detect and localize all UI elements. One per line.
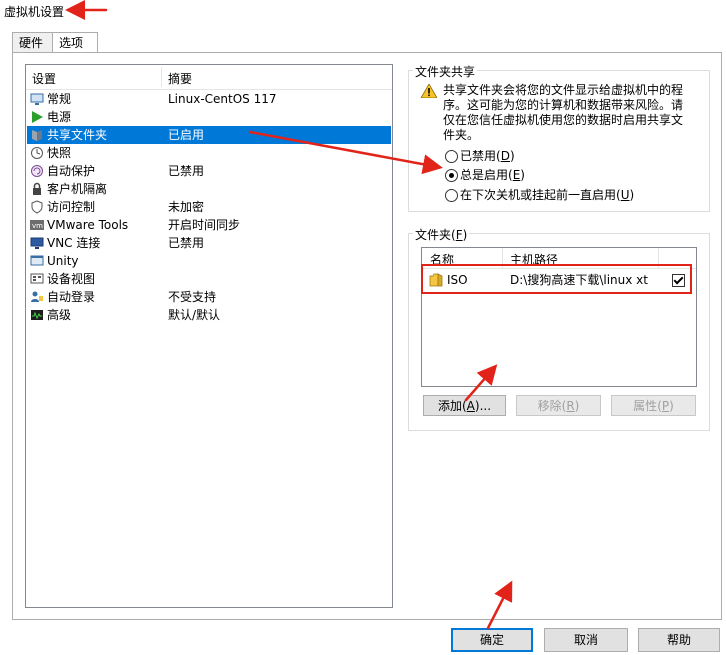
settings-item-summary: 不受支持 (168, 290, 217, 304)
unity-icon (30, 255, 44, 266)
autoprotect-icon (31, 165, 43, 177)
settings-item[interactable]: 快照 (27, 144, 391, 162)
lock-icon (33, 182, 41, 195)
shared-folder-icon (32, 130, 42, 141)
settings-item[interactable]: Unity (27, 252, 391, 270)
settings-item[interactable]: 访问控制 未加密 (27, 198, 391, 216)
settings-item-summary: 未加密 (168, 200, 205, 214)
settings-item-summary: 已启用 (168, 128, 205, 142)
settings-item-name: 访问控制 (47, 200, 96, 214)
settings-item[interactable]: 客户机隔离 (27, 180, 391, 198)
settings-item[interactable]: 自动保护 已禁用 (27, 162, 391, 180)
column-header-setting[interactable]: 设置 (32, 70, 56, 87)
settings-item-name: 共享文件夹 (47, 128, 108, 142)
settings-item[interactable]: 电源 (27, 108, 391, 126)
folder-sharing-warning: 共享文件夹会将您的文件显示给虚拟机中的程序。这可能为您的计算机和数据带来风险。请… (443, 83, 684, 142)
svg-text:vm: vm (32, 222, 43, 230)
settings-item-summary: 已禁用 (168, 236, 205, 250)
power-play-icon (32, 111, 43, 123)
radio-dot[interactable] (445, 169, 458, 182)
vm-settings-dialog: 虚拟机设置 硬件 选项 设置 摘要 常规 Linux-CentOS 117 电源 共享… (0, 0, 727, 655)
settings-item-name: 高级 (47, 308, 72, 322)
settings-item[interactable]: VNC 连接 已禁用 (27, 234, 391, 252)
column-header-summary[interactable]: 摘要 (168, 70, 192, 87)
device-view-icon (30, 273, 44, 284)
settings-item[interactable]: 设备视图 (27, 270, 391, 288)
settings-item[interactable]: 共享文件夹 已启用 (27, 126, 391, 144)
settings-item[interactable]: vm VMware Tools 开启时间同步 (27, 216, 391, 234)
vnc-icon (30, 237, 44, 249)
cancel-button[interactable]: 取消 (544, 628, 628, 652)
settings-list[interactable]: 设置 摘要 常规 Linux-CentOS 117 电源共享文件夹 已启用快照自动保护… (25, 64, 393, 608)
tab-hardware[interactable]: 硬件 (12, 32, 56, 53)
folder-properties-button[interactable]: 属性(P) (611, 395, 696, 416)
snapshot-icon (31, 147, 43, 159)
settings-item-summary: Linux-CentOS 117 (168, 92, 277, 106)
warning-icon (421, 84, 437, 98)
remove-folder-button[interactable]: 移除(R) (516, 395, 601, 416)
settings-item-name: VMware Tools (47, 218, 129, 232)
monitor-icon (30, 93, 44, 105)
column-header-host-path[interactable]: 主机路径 (510, 251, 558, 268)
settings-list-header: 设置 摘要 (26, 65, 392, 90)
shared-folder-row[interactable]: ISO D:\搜狗高速下载\linux xt (426, 271, 690, 289)
settings-item[interactable]: 高级 默认/默认 (27, 306, 391, 324)
column-header-name[interactable]: 名称 (430, 251, 454, 268)
folders-group-title: 文件夹(F) (413, 226, 470, 243)
radio-dot[interactable] (445, 189, 458, 202)
shared-folders-list[interactable]: 名称 主机路径 ISO D:\搜狗高速下载\linux xt (421, 247, 697, 387)
ok-button[interactable]: 确定 (451, 628, 533, 652)
tab-label: 选项 (59, 36, 84, 50)
settings-item-name: 电源 (47, 110, 72, 124)
settings-item-name: VNC 连接 (47, 236, 101, 250)
title-bar: 虚拟机设置 (0, 0, 727, 22)
access-control-icon (31, 200, 43, 214)
window-title: 虚拟机设置 (4, 5, 65, 19)
folders-list-header: 名称 主机路径 (422, 248, 696, 269)
settings-item-summary: 已禁用 (168, 164, 205, 178)
radio-label: 总是启用(E) (460, 168, 525, 182)
settings-item-name: 快照 (47, 146, 72, 160)
settings-item-name: 设备视图 (47, 272, 96, 286)
radio-dot[interactable] (445, 150, 458, 163)
settings-item-summary: 默认/默认 (168, 308, 221, 322)
help-button[interactable]: 帮助 (638, 628, 720, 652)
settings-item-name: 常规 (47, 92, 72, 106)
vmware-tools-icon: vm (30, 220, 44, 230)
folder-name: ISO (447, 273, 468, 287)
folder-sharing-group-title: 文件夹共享 (413, 63, 478, 80)
settings-item[interactable]: 自动登录 不受支持 (27, 288, 391, 306)
folder-host-path: D:\搜狗高速下载\linux xt (510, 273, 648, 287)
folder-icon (429, 273, 443, 287)
radio-label: 已禁用(D) (460, 149, 515, 163)
folder-enabled-checkbox[interactable] (672, 274, 685, 287)
radio-label: 在下次关机或挂起前一直启用(U) (460, 188, 635, 202)
settings-item-name: Unity (47, 254, 79, 268)
settings-item-name: 自动保护 (47, 164, 96, 178)
settings-item[interactable]: 常规 Linux-CentOS 117 (27, 90, 391, 108)
tab-label: 硬件 (19, 36, 44, 50)
settings-item-name: 自动登录 (47, 290, 96, 304)
advanced-icon (31, 310, 43, 320)
settings-item-summary: 开启时间同步 (168, 218, 241, 232)
settings-item-name: 客户机隔离 (47, 182, 108, 196)
autologin-icon (31, 291, 43, 302)
add-folder-button[interactable]: 添加(A)... (423, 395, 506, 416)
